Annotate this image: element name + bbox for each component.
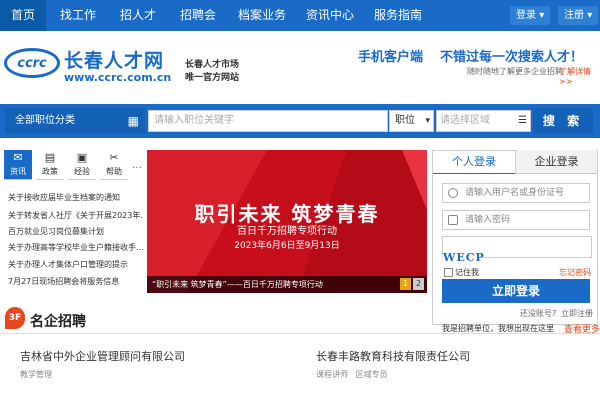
- logo-badge[interactable]: ccrc: [4, 48, 60, 78]
- list-icon: ☰: [518, 115, 527, 126]
- caret-down-icon: ▾: [539, 10, 545, 21]
- tab-news-label: 资讯: [10, 167, 26, 176]
- tab-help-label: 帮助: [106, 167, 122, 176]
- region-placeholder: 请选择区域: [440, 115, 490, 126]
- logo-tagline-1: 长春人才市场: [185, 60, 240, 70]
- banner-caption-bar: “职引未来 筑梦青春”——百日千万招聘专项行动 1 2: [147, 276, 427, 293]
- nav-news-center[interactable]: 资讯中心: [298, 0, 362, 31]
- news-item[interactable]: 百万就业见习岗位募集计划: [8, 226, 143, 237]
- company-name[interactable]: 吉林省中外企业管理顾问有限公司: [20, 348, 185, 364]
- forgot-password-link[interactable]: 忘记密码: [559, 267, 591, 278]
- nav-home[interactable]: 首页: [0, 0, 46, 31]
- news-item[interactable]: 关于转发省人社厅《关于开展2023年...: [8, 210, 143, 221]
- tab-policy-label: 政策: [42, 167, 58, 176]
- tools-icon: ✂: [109, 151, 119, 164]
- username-input[interactable]: 请输入用户名或身份证号: [442, 183, 590, 203]
- nav-recruit[interactable]: 招人才: [110, 0, 166, 31]
- no-account-text: 还没账号?: [520, 309, 557, 318]
- region-select[interactable]: 请选择区域 ☰: [436, 110, 531, 132]
- mail-icon: ✉: [13, 151, 23, 164]
- section-title: 名企招聘: [30, 314, 86, 330]
- logo-tagline-2: 唯一官方网站: [185, 73, 240, 83]
- logo-url: www.ccrc.com.cn: [64, 71, 172, 84]
- tab-personal-login[interactable]: 个人登录: [433, 150, 515, 174]
- tab-company-login[interactable]: 企业登录: [515, 150, 597, 174]
- nav-archive[interactable]: 档案业务: [230, 0, 294, 31]
- search-type-select[interactable]: 职位 ▾: [389, 110, 434, 132]
- company-jobs[interactable]: 课程讲师 区域专员: [316, 369, 388, 380]
- briefcase-icon: ▣: [76, 151, 88, 164]
- learn-more-link[interactable]: 了解详情>>: [559, 66, 600, 86]
- register-label: 注册: [564, 10, 584, 21]
- captcha-image[interactable]: WECP: [443, 251, 484, 265]
- keyword-search-input[interactable]: 请输入职位关键字: [148, 110, 388, 132]
- password-input[interactable]: 请输入密码: [442, 210, 590, 230]
- news-item[interactable]: 7月27日现场招聘会将服务信息: [8, 276, 143, 287]
- login-dropdown-button[interactable]: 登录 ▾: [510, 6, 551, 25]
- slogan-main: 不错过每一次搜索人才！: [440, 50, 584, 65]
- news-item[interactable]: 关于办理人才集体户口管理的提示: [8, 259, 143, 270]
- news-item[interactable]: 关于办理高等学校毕业生户籍接收手...: [8, 242, 143, 253]
- banner-page-1[interactable]: 1: [400, 278, 411, 290]
- nav-find-job[interactable]: 找工作: [50, 0, 106, 31]
- register-dropdown-button[interactable]: 注册 ▾: [558, 6, 599, 25]
- banner[interactable]: 职引未来 筑梦青春 百日千万招聘专项行动 2023年6月6日至9月13日: [147, 150, 427, 293]
- news-item[interactable]: 关于接收应届毕业生档案的通知: [8, 192, 143, 203]
- tab-help[interactable]: ✂ 帮助: [100, 150, 128, 180]
- banner-page-2[interactable]: 2: [413, 278, 424, 290]
- category-menu-button[interactable]: 全部职位分类 ▦: [5, 108, 145, 134]
- tab-experience-label: 经验: [74, 167, 90, 176]
- tab-policy[interactable]: ▤ 政策: [36, 150, 64, 180]
- caret-down-icon: ▾: [425, 116, 430, 126]
- search-button[interactable]: 搜 索: [533, 108, 593, 134]
- more-tabs-icon[interactable]: …: [132, 160, 142, 171]
- floor-badge: 3F: [5, 307, 25, 329]
- company-name[interactable]: 长春丰路教育科技有限责任公司: [316, 348, 470, 364]
- remember-checkbox[interactable]: [444, 268, 453, 277]
- login-submit-button[interactable]: 立即登录: [442, 279, 590, 303]
- document-icon: ▤: [44, 151, 56, 164]
- register-link[interactable]: 立即注册: [561, 308, 593, 319]
- divider: [0, 333, 600, 334]
- category-label: 全部职位分类: [15, 115, 75, 126]
- nav-job-fair[interactable]: 招聘会: [170, 0, 226, 31]
- search-type-value: 职位: [395, 115, 415, 126]
- banner-caption: “职引未来 筑梦青春”——百日千万招聘专项行动: [152, 280, 323, 289]
- tab-experience[interactable]: ▣ 经验: [68, 150, 96, 180]
- login-label: 登录: [516, 10, 536, 21]
- caret-down-icon: ▾: [587, 10, 593, 21]
- slogan-sub: 随时随地了解更多企业招聘: [467, 67, 563, 76]
- company-jobs[interactable]: 教学管理: [20, 369, 52, 380]
- lock-icon: [448, 215, 458, 225]
- banner-date: 2023年6月6日至9月13日: [234, 241, 340, 251]
- remember-label: 记住我: [455, 268, 479, 277]
- logo-title[interactable]: 长春人才网: [64, 46, 164, 73]
- nav-service-guide[interactable]: 服务指南: [366, 0, 430, 31]
- slogan-mobile: 手机客户端: [358, 50, 424, 65]
- grid-icon: ▦: [127, 114, 139, 128]
- user-icon: [448, 188, 458, 198]
- tab-news[interactable]: ✉ 资讯: [4, 150, 32, 180]
- banner-subtitle: 百日千万招聘专项行动: [237, 226, 337, 237]
